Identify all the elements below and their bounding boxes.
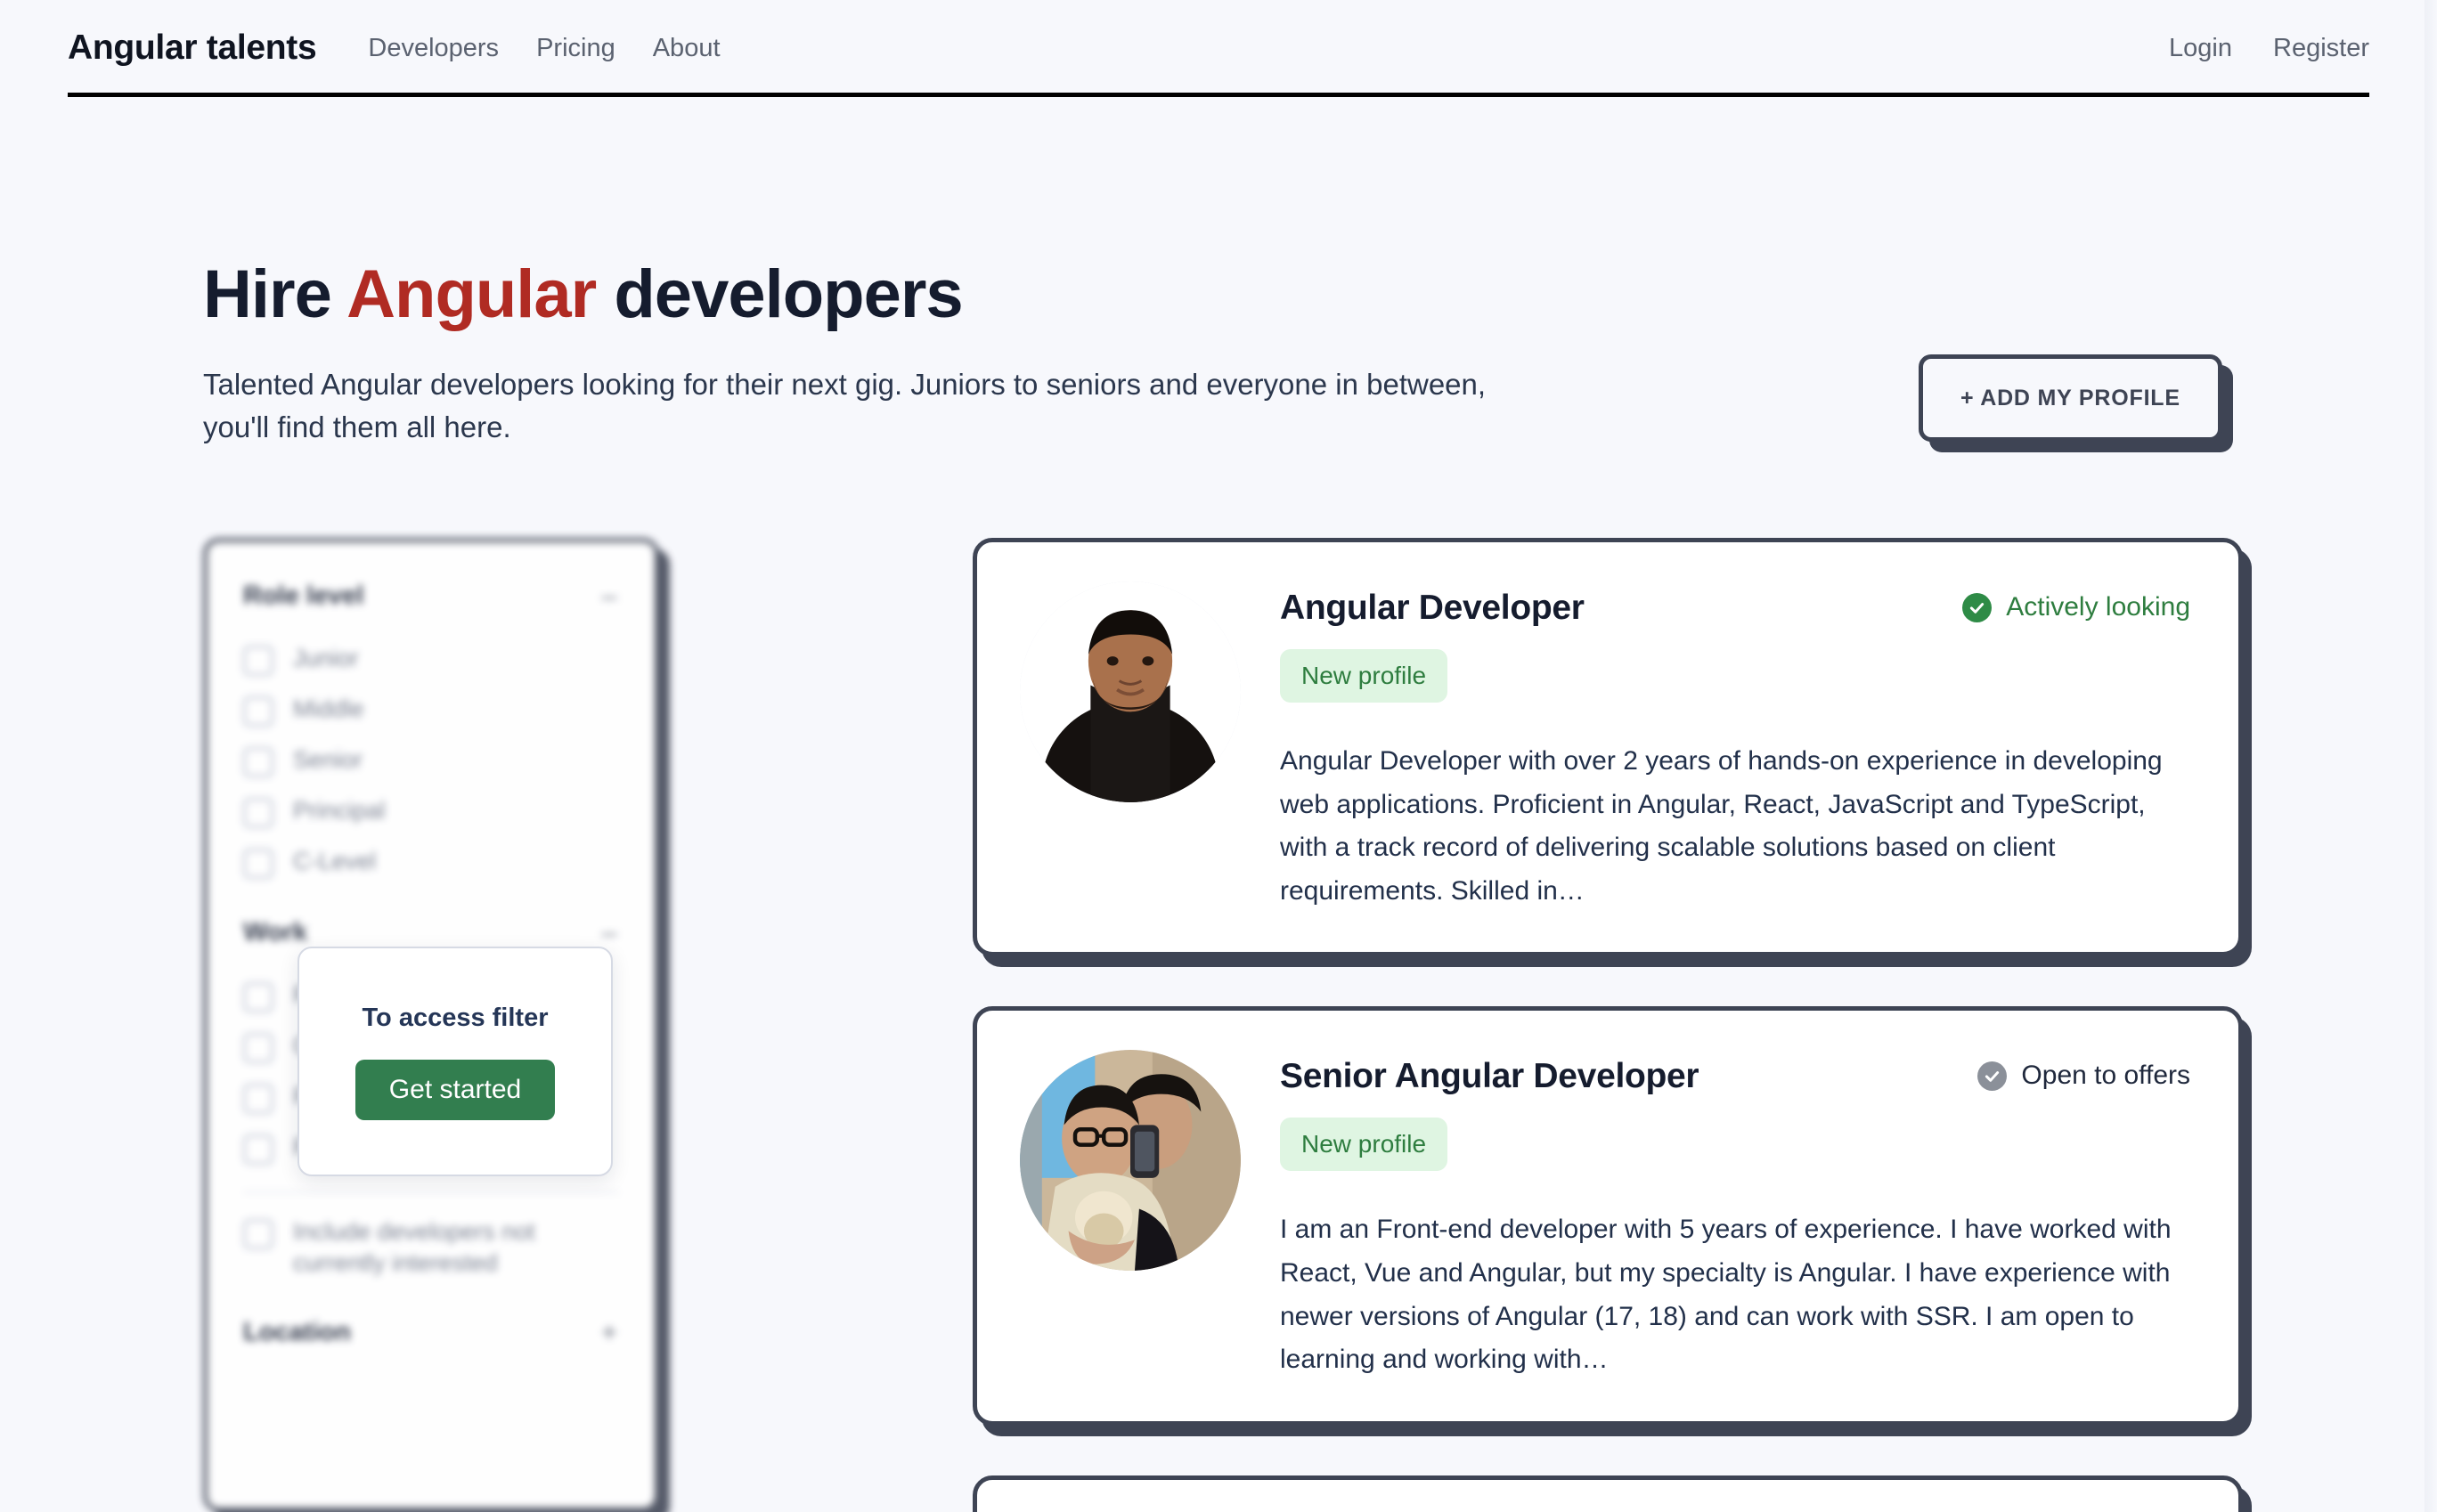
hero-subtitle: Talented Angular developers looking for … (203, 368, 1487, 443)
checkbox-icon[interactable] (243, 849, 273, 879)
page-title-accent: Angular (346, 256, 597, 332)
checkbox-icon[interactable] (243, 696, 273, 727)
filter-option-label: Junior (293, 645, 359, 671)
developer-card-header: Angular Developer Actively looking (1280, 589, 2190, 628)
brand-logo[interactable]: Angular talents (68, 28, 317, 68)
header-divider (68, 93, 2369, 97)
register-link[interactable]: Register (2273, 34, 2369, 63)
filter-title-role-level: Role level (243, 581, 364, 610)
filter-group-header[interactable]: Work – (243, 918, 619, 947)
filter-unlock-popup: To access filter Get started (297, 947, 613, 1176)
add-my-profile-button[interactable]: + ADD MY PROFILE (1919, 354, 2222, 442)
checkbox-icon[interactable] (243, 1134, 273, 1165)
filter-group-header[interactable]: Location + (243, 1318, 619, 1347)
filter-option-label: Senior (293, 746, 363, 773)
checkbox-icon[interactable] (243, 1033, 273, 1063)
developer-title[interactable]: Senior Angular Developer (1280, 1057, 1699, 1096)
status-label: Open to offers (2021, 1061, 2190, 1091)
plus-icon[interactable]: + (599, 1319, 619, 1346)
filter-option-principal[interactable]: Principal (243, 786, 619, 837)
filter-option-label: Middle (293, 695, 364, 722)
site-header: Angular talents Developers Pricing About… (0, 0, 2437, 96)
avatar (1020, 581, 1241, 802)
filter-divider (243, 1191, 619, 1193)
filter-group-header[interactable]: Role level – (243, 581, 619, 611)
page-title-post: developers (596, 256, 963, 332)
add-profile-wrap: + ADD MY PROFILE (1919, 354, 2222, 442)
auth-nav: Login Register (2169, 34, 2369, 63)
page-title: Hire Angular developers (203, 256, 2243, 332)
status-label: Actively looking (2006, 592, 2190, 622)
developer-description: Angular Developer with over 2 years of h… (1280, 746, 2163, 906)
checkbox-icon[interactable] (243, 798, 273, 828)
developer-card-header: Senior Angular Developer Open to offers (1280, 1057, 2190, 1096)
status-badge: Open to offers (1977, 1057, 2190, 1091)
developer-card[interactable]: Angular Developer Actively looking New p… (973, 538, 2243, 957)
developer-card[interactable]: Senior fullstack developer Actively look… (973, 1475, 2243, 1512)
filter-option-senior[interactable]: Senior (243, 736, 619, 786)
developer-title[interactable]: Angular Developer (1280, 589, 1585, 628)
filter-title-location: Location (243, 1318, 351, 1347)
filter-option-include-not-interested[interactable]: Include developers not currently interes… (243, 1207, 619, 1288)
minus-icon[interactable]: – (599, 919, 619, 947)
checkbox-icon[interactable] (243, 1084, 273, 1114)
developer-description: I am an Front-end developer with 5 years… (1280, 1215, 2172, 1375)
nav-item-developers[interactable]: Developers (368, 34, 499, 63)
filter-option-label: C-Level (293, 848, 377, 874)
new-profile-badge: New profile (1280, 649, 1448, 703)
checkbox-icon[interactable] (243, 646, 273, 676)
developer-card[interactable]: Senior Angular Developer Open to offers … (973, 1006, 2243, 1426)
filter-group-location: Location + (243, 1318, 619, 1347)
filter-option-label: Include developers not currently interes… (293, 1218, 535, 1277)
check-circle-icon (1962, 592, 1993, 622)
page-scrollbar[interactable] (2425, 0, 2437, 1512)
check-circle-icon (1977, 1061, 2008, 1091)
developer-list: Angular Developer Actively looking New p… (973, 538, 2243, 1512)
filter-option-junior[interactable]: Junior (243, 634, 619, 685)
filter-group-role-level: Role level – Junior Middle Senior Princi… (243, 581, 619, 888)
filter-title-work: Work (243, 918, 307, 947)
main-nav: Developers Pricing About (368, 34, 720, 63)
filter-option-middle[interactable]: Middle (243, 685, 619, 736)
avatar (1020, 1050, 1241, 1272)
checkbox-icon[interactable] (243, 747, 273, 777)
status-badge: Actively looking (1962, 589, 2190, 622)
new-profile-badge: New profile (1280, 1118, 1448, 1172)
page-title-pre: Hire (203, 256, 347, 332)
checkbox-icon[interactable] (243, 982, 273, 1012)
nav-item-pricing[interactable]: Pricing (536, 34, 615, 63)
filter-option-label: Principal (293, 797, 386, 824)
unlock-popup-title: To access filter (362, 1003, 549, 1032)
filter-option-c-level[interactable]: C-Level (243, 837, 619, 888)
developer-card-body: Angular Developer Actively looking New p… (1280, 581, 2190, 913)
checkbox-icon[interactable] (243, 1219, 273, 1249)
page-root: Angular talents Developers Pricing About… (0, 0, 2437, 1512)
get-started-button[interactable]: Get started (355, 1059, 556, 1120)
developer-card-body: Senior Angular Developer Open to offers … (1280, 1050, 2190, 1381)
minus-icon[interactable]: – (599, 582, 619, 610)
nav-item-about[interactable]: About (653, 34, 721, 63)
login-link[interactable]: Login (2169, 34, 2232, 63)
